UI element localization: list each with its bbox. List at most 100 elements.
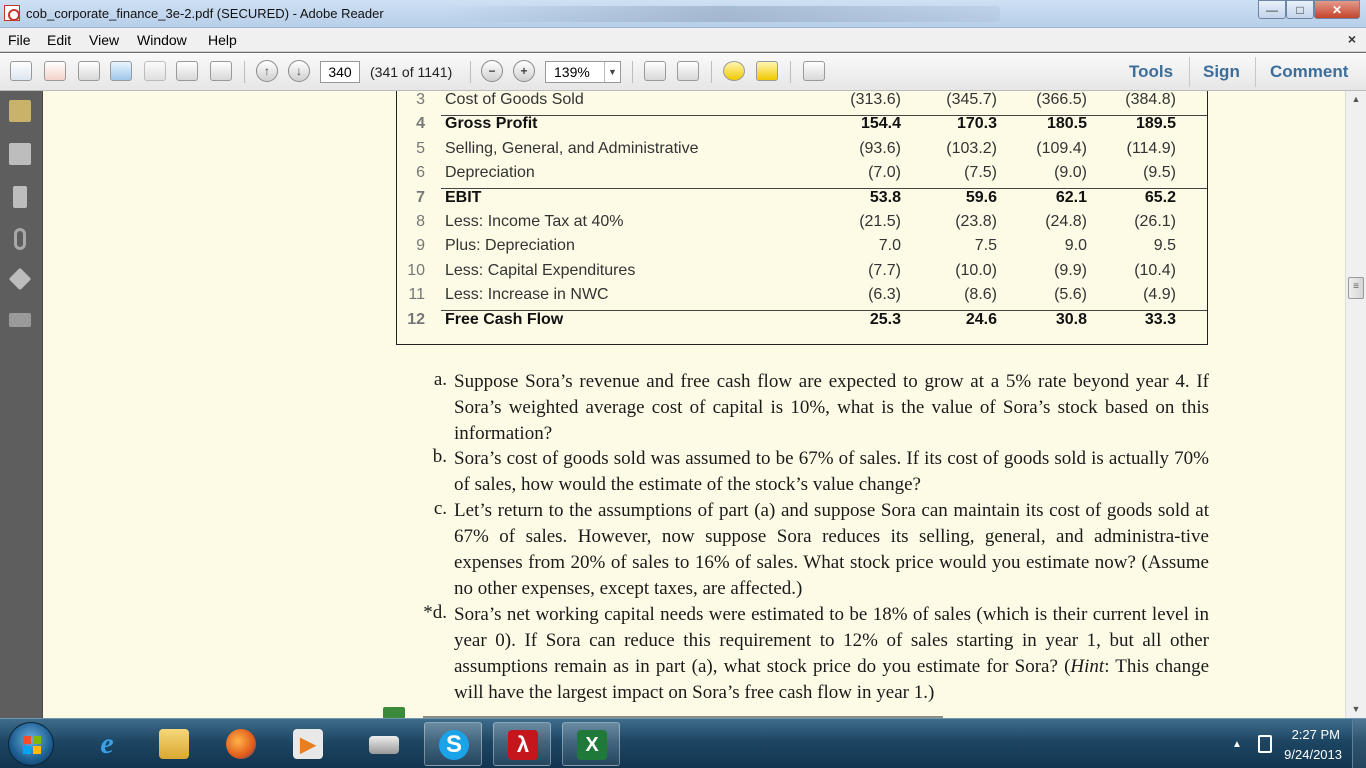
cell-value: (9.0) — [1054, 164, 1087, 182]
pdf-page: 3 Cost of Goods Sold (313.6) (345.7) (366.5)… — [43, 91, 1345, 718]
comment-icon[interactable] — [723, 61, 745, 81]
zoom-out-icon[interactable]: − — [481, 60, 503, 82]
row-number: 3 — [416, 91, 425, 108]
cell-value: (5.6) — [1054, 286, 1087, 304]
cell-value: 7.5 — [974, 237, 997, 255]
table-row: 12 Free Cash Flow 25.3 24.6 30.8 33.3 — [397, 311, 1207, 335]
tools-link[interactable]: Tools — [1129, 62, 1173, 82]
signatures-icon[interactable] — [9, 313, 31, 327]
create-pdf-icon[interactable] — [44, 61, 66, 81]
excel-icon: X — [577, 730, 607, 760]
taskbar-internet-explorer[interactable]: e — [78, 722, 136, 766]
page-number-input[interactable]: 340 — [320, 61, 360, 83]
question-c-text: Let’s return to the assumptions of part … — [454, 500, 1209, 599]
menu-view[interactable]: View — [89, 32, 119, 48]
minimize-button[interactable]: — — [1258, 0, 1286, 19]
windows-logo-icon — [23, 736, 41, 754]
cell-value: 9.5 — [1153, 237, 1176, 255]
lock-icon[interactable] — [9, 100, 31, 122]
row-number: 11 — [408, 286, 425, 304]
fit-width-icon[interactable] — [677, 61, 699, 81]
window-controls: — □ ✕ — [1258, 0, 1360, 20]
print-icon[interactable] — [176, 61, 198, 81]
vertical-scrollbar[interactable]: ▲ ≡ ▼ — [1345, 91, 1366, 718]
cell-value: 9.0 — [1064, 237, 1087, 255]
edit-icon[interactable] — [78, 61, 100, 81]
adobe-reader-icon — [4, 5, 20, 21]
menu-help[interactable]: Help — [208, 32, 237, 48]
row-label: Selling, General, and Administrative — [445, 139, 699, 157]
cell-value: (23.8) — [955, 213, 997, 230]
row-number: 12 — [407, 310, 425, 328]
cell-value: (9.9) — [1054, 261, 1087, 279]
table-row: 3 Cost of Goods Sold (313.6) (345.7) (366.5)… — [397, 91, 1207, 115]
next-page-icon[interactable]: ↓ — [288, 60, 310, 82]
taskbar-scanner[interactable] — [355, 722, 413, 766]
cell-value: (24.8) — [1045, 213, 1087, 230]
taskbar-firefox[interactable] — [212, 722, 270, 766]
zoom-in-icon[interactable]: + — [513, 60, 535, 82]
layers-icon[interactable] — [8, 267, 32, 291]
toolbar-separator — [790, 61, 791, 83]
toolbar: ↑ ↓ 340 (341 of 1141) − + 139% ▼ Tools S… — [0, 53, 1366, 91]
fit-page-icon[interactable] — [644, 61, 666, 81]
question-b-text: Sora’s cost of goods sold was assumed to… — [454, 448, 1209, 495]
row-label: Cost of Goods Sold — [445, 91, 584, 108]
taskbar-skype[interactable]: S — [424, 722, 482, 766]
window-title: cob_corporate_finance_3e-2.pdf (SECURED)… — [26, 6, 384, 21]
bookmarks-icon[interactable] — [13, 186, 27, 208]
row-label: Less: Capital Expenditures — [445, 261, 636, 279]
document-area[interactable]: 3 Cost of Goods Sold (313.6) (345.7) (366.5)… — [43, 91, 1345, 718]
row-label: EBIT — [445, 188, 482, 206]
zoom-select[interactable]: 139% ▼ — [545, 61, 621, 83]
cell-value: (10.4) — [1134, 261, 1176, 279]
page-thumbnails-icon[interactable] — [9, 143, 31, 165]
table-row: 4 Gross Profit 154.4 170.3 180.5 189.5 — [397, 115, 1207, 139]
row-label: Plus: Depreciation — [445, 237, 575, 255]
clock-time[interactable]: 2:27 PM — [1292, 727, 1340, 742]
highlight-icon[interactable] — [756, 61, 778, 81]
clock-date[interactable]: 9/24/2013 — [1284, 747, 1342, 762]
scroll-up-icon[interactable]: ▲ — [1346, 91, 1366, 108]
close-document-button[interactable]: × — [1348, 31, 1356, 47]
attachments-icon[interactable] — [14, 228, 26, 250]
previous-page-icon[interactable]: ↑ — [256, 60, 278, 82]
menu-edit[interactable]: Edit — [47, 32, 71, 48]
taskbar-adobe-reader[interactable]: λ — [493, 722, 551, 766]
open-file-icon[interactable] — [10, 61, 32, 81]
menu-file[interactable]: File — [8, 32, 31, 48]
menu-window[interactable]: Window — [137, 32, 187, 48]
maximize-button[interactable]: □ — [1286, 0, 1314, 19]
chevron-down-icon[interactable]: ▼ — [604, 62, 620, 82]
row-label: Less: Increase in NWC — [445, 286, 609, 304]
upload-cloud-icon[interactable] — [110, 61, 132, 81]
cell-value: (313.6) — [850, 91, 901, 108]
show-hidden-icons-icon[interactable]: ▲ — [1232, 739, 1242, 750]
cell-value: (7.7) — [868, 261, 901, 279]
start-button[interactable] — [8, 722, 54, 766]
cell-value: (7.0) — [868, 164, 901, 182]
close-button[interactable]: ✕ — [1314, 0, 1360, 19]
scroll-down-icon[interactable]: ▼ — [1346, 701, 1366, 718]
hint-label: Hint — [1070, 656, 1105, 677]
cell-value: (9.5) — [1143, 164, 1176, 182]
cell-value: 59.6 — [965, 188, 997, 206]
taskbar-media-player[interactable]: ▶ — [279, 722, 337, 766]
comment-link[interactable]: Comment — [1270, 62, 1348, 82]
taskbar-excel[interactable]: X — [562, 722, 620, 766]
power-icon[interactable] — [1258, 735, 1272, 753]
cell-value: (93.6) — [859, 139, 901, 157]
email-icon[interactable] — [210, 61, 232, 81]
save-icon[interactable] — [144, 61, 166, 81]
row-number: 7 — [416, 188, 425, 206]
sign-link[interactable]: Sign — [1203, 62, 1240, 82]
row-number: 4 — [416, 115, 425, 133]
scrollbar-thumb[interactable]: ≡ — [1348, 277, 1364, 299]
question-letter: b. — [432, 446, 447, 467]
fullscreen-icon[interactable] — [803, 61, 825, 81]
show-desktop-button[interactable] — [1352, 719, 1366, 768]
row-number: 9 — [416, 237, 425, 255]
cell-value: 189.5 — [1135, 115, 1176, 133]
zoom-value: 139% — [554, 64, 590, 80]
taskbar-windows-explorer[interactable] — [145, 722, 203, 766]
